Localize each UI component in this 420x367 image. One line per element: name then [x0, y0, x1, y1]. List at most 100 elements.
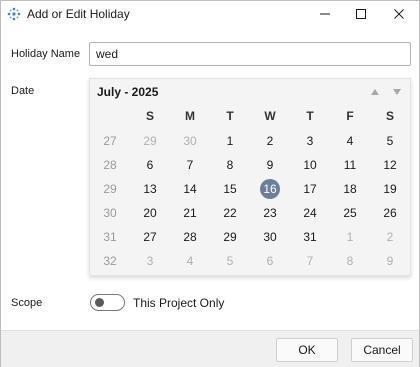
dow-label: T	[306, 109, 314, 123]
calendar-day-selected[interactable]: 16	[250, 177, 290, 201]
date-calendar: July - 2025 S M T W T F S 27 29 30 1 2 3 4 5 28 6…	[89, 78, 411, 276]
next-month-button[interactable]	[390, 85, 404, 99]
calendar-day-number: 14	[183, 182, 197, 196]
calendar-day[interactable]: 24	[290, 201, 330, 225]
calendar-day-number: 3	[146, 254, 154, 268]
calendar-day[interactable]: 7	[290, 249, 330, 273]
calendar-day[interactable]: 10	[290, 153, 330, 177]
calendar-day-number: 15	[223, 182, 237, 196]
calendar-day[interactable]: 13	[130, 177, 170, 201]
calendar-day[interactable]: 1	[210, 129, 250, 153]
scope-toggle[interactable]	[90, 294, 125, 311]
maximize-icon	[356, 9, 366, 19]
dialog-footer: OK Cancel	[1, 330, 419, 367]
title-bar[interactable]: Add or Edit Holiday	[1, 1, 419, 27]
calendar-day[interactable]: 27	[130, 225, 170, 249]
calendar-day[interactable]: 2	[370, 225, 410, 249]
calendar-day-number: 31	[303, 230, 317, 244]
calendar-day-number: 1	[346, 230, 354, 244]
calendar-day-number: 21	[183, 206, 197, 220]
calendar-day-number: 28	[183, 230, 197, 244]
calendar-day-number: 20	[143, 206, 157, 220]
calendar-day[interactable]: 2	[250, 129, 290, 153]
day-of-week-header: S M T W T F S	[90, 109, 410, 127]
cancel-button[interactable]: Cancel	[351, 338, 413, 362]
week-number: 32	[103, 254, 117, 268]
calendar-week-row: 31 27 28 29 30 31 1 2	[90, 225, 410, 249]
dow-label: S	[385, 109, 394, 123]
calendar-day[interactable]: 5	[370, 129, 410, 153]
calendar-day[interactable]: 20	[130, 201, 170, 225]
calendar-day-number: 5	[226, 254, 234, 268]
calendar-day[interactable]: 3	[130, 249, 170, 273]
calendar-day[interactable]: 19	[370, 177, 410, 201]
calendar-day[interactable]: 12	[370, 153, 410, 177]
holiday-name-label: Holiday Name	[11, 48, 81, 60]
calendar-day[interactable]: 11	[330, 153, 370, 177]
week-number: 28	[103, 158, 117, 172]
calendar-day[interactable]: 5	[210, 249, 250, 273]
calendar-day[interactable]: 3	[290, 129, 330, 153]
holiday-name-input[interactable]	[89, 42, 411, 66]
calendar-week-row: 29 13 14 15 16 17 18 19	[90, 177, 410, 201]
calendar-day[interactable]: 1	[330, 225, 370, 249]
holiday-app-icon	[7, 7, 21, 21]
calendar-day[interactable]: 25	[330, 201, 370, 225]
calendar-day-number: 1	[226, 134, 234, 148]
calendar-day[interactable]: 14	[170, 177, 210, 201]
calendar-day-number: 9	[386, 254, 394, 268]
window-title: Add or Edit Holiday	[27, 7, 130, 21]
calendar-week-row: 28 6 7 8 9 10 11 12	[90, 153, 410, 177]
calendar-day[interactable]: 22	[210, 201, 250, 225]
previous-month-button[interactable]	[368, 85, 382, 99]
calendar-day[interactable]: 6	[130, 153, 170, 177]
scope-label: Scope	[11, 297, 43, 309]
dow-label: T	[226, 109, 234, 123]
triangle-down-icon	[393, 89, 401, 95]
calendar-day[interactable]: 8	[210, 153, 250, 177]
dow-label: F	[346, 109, 354, 123]
calendar-day-number: 13	[143, 182, 157, 196]
calendar-day[interactable]: 23	[250, 201, 290, 225]
calendar-day[interactable]: 28	[170, 225, 210, 249]
calendar-day-number: 5	[386, 134, 394, 148]
calendar-day-number: 7	[306, 254, 314, 268]
week-number: 30	[103, 206, 117, 220]
ok-button[interactable]: OK	[276, 338, 338, 362]
calendar-day-number: 8	[226, 158, 234, 172]
dow-label: S	[145, 109, 154, 123]
calendar-day[interactable]: 18	[330, 177, 370, 201]
date-label: Date	[11, 85, 35, 97]
calendar-day[interactable]: 30	[170, 129, 210, 153]
calendar-day[interactable]: 4	[170, 249, 210, 273]
week-number: 27	[103, 134, 117, 148]
calendar-day-number: 2	[386, 230, 394, 244]
calendar-day[interactable]: 4	[330, 129, 370, 153]
close-button[interactable]	[381, 1, 417, 27]
maximize-button[interactable]	[343, 1, 379, 27]
calendar-day[interactable]: 9	[250, 153, 290, 177]
calendar-day-number: 6	[266, 254, 274, 268]
calendar-day[interactable]: 30	[250, 225, 290, 249]
calendar-day[interactable]: 31	[290, 225, 330, 249]
calendar-day[interactable]: 29	[130, 129, 170, 153]
calendar-day[interactable]: 26	[370, 201, 410, 225]
calendar-day[interactable]: 7	[170, 153, 210, 177]
calendar-day[interactable]: 6	[250, 249, 290, 273]
minimize-icon	[320, 13, 330, 15]
calendar-day-number: 25	[343, 206, 357, 220]
holiday-dialog: Add or Edit Holiday Holiday Name Date Ju…	[0, 0, 420, 367]
calendar-day-number: 18	[343, 182, 357, 196]
minimize-button[interactable]	[307, 1, 343, 27]
calendar-day[interactable]: 9	[370, 249, 410, 273]
calendar-day-number: 27	[143, 230, 157, 244]
calendar-week-row: 27 29 30 1 2 3 4 5	[90, 129, 410, 153]
calendar-day[interactable]: 17	[290, 177, 330, 201]
calendar-day[interactable]: 15	[210, 177, 250, 201]
calendar-day-number: 11	[343, 158, 357, 172]
calendar-day[interactable]: 21	[170, 201, 210, 225]
calendar-day[interactable]: 29	[210, 225, 250, 249]
calendar-week-row: 30 20 21 22 23 24 25 26	[90, 201, 410, 225]
calendar-day[interactable]: 8	[330, 249, 370, 273]
scope-toggle-label: This Project Only	[133, 296, 225, 310]
